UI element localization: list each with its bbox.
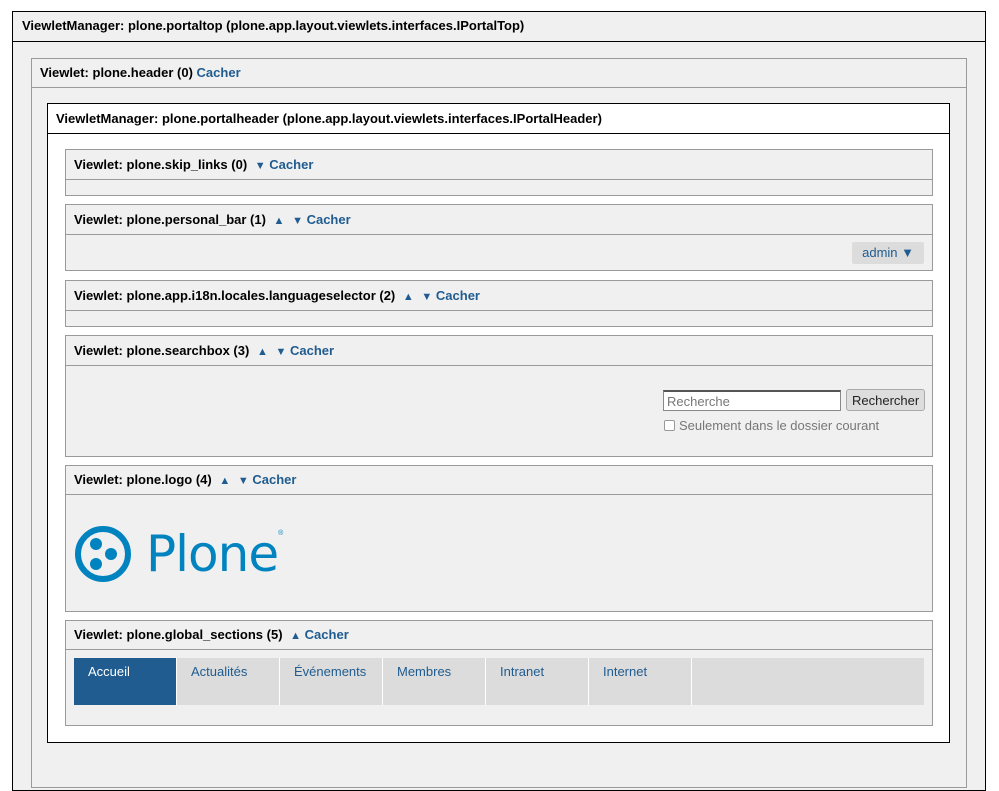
portalheader-manager-title: ViewletManager: plone.portalheader (plon…: [56, 111, 602, 126]
move-down-icon[interactable]: ▼: [238, 475, 249, 487]
logo-hide-link[interactable]: Cacher: [252, 472, 296, 487]
personal-bar-hide-link[interactable]: Cacher: [307, 212, 351, 227]
searchbox-viewlet: Viewlet: plone.searchbox (3) ▲ ▼ Cacher …: [65, 335, 933, 457]
header-viewlet-hide-link[interactable]: Cacher: [197, 65, 241, 80]
global-sections-viewlet: Viewlet: plone.global_sections (5) ▲ Cac…: [65, 620, 933, 726]
registered-icon: ®: [278, 530, 284, 537]
current-folder-label: Seulement dans le dossier courant: [679, 418, 880, 433]
skip-links-viewlet-title: Viewlet: plone.skip_links (0): [74, 157, 248, 172]
move-up-icon[interactable]: ▲: [274, 215, 285, 227]
skip-links-viewlet-header: Viewlet: plone.skip_links (0) ▼ Cacher: [66, 150, 932, 180]
global-sections-viewlet-header: Viewlet: plone.global_sections (5) ▲ Cac…: [66, 621, 932, 650]
language-selector-viewlet: Viewlet: plone.app.i18n.locales.language…: [65, 280, 933, 327]
personal-bar-viewlet: Viewlet: plone.personal_bar (1) ▲ ▼ Cach…: [65, 204, 933, 271]
searchbox-hide-link[interactable]: Cacher: [290, 343, 334, 358]
user-menu-button[interactable]: admin ▼: [852, 242, 924, 264]
move-down-icon[interactable]: ▼: [275, 346, 286, 358]
nav-tab-membres[interactable]: Membres: [383, 658, 486, 705]
move-down-icon[interactable]: ▼: [421, 291, 432, 303]
search-input[interactable]: [663, 390, 841, 411]
nav-tab-evenements[interactable]: Événements: [280, 658, 383, 705]
search-button[interactable]: Rechercher: [846, 389, 926, 411]
move-up-icon[interactable]: ▲: [403, 291, 414, 303]
logo-viewlet-title: Viewlet: plone.logo (4): [74, 472, 212, 487]
nav-tab-accueil[interactable]: Accueil: [74, 658, 177, 705]
header-viewlet-title: Viewlet: plone.header (0): [40, 65, 193, 80]
global-sections-hide-link[interactable]: Cacher: [305, 627, 349, 642]
portaltop-manager-header: ViewletManager: plone.portaltop (plone.a…: [13, 12, 985, 42]
language-selector-viewlet-title: Viewlet: plone.app.i18n.locales.language…: [74, 288, 396, 303]
searchbox-viewlet-header: Viewlet: plone.searchbox (3) ▲ ▼ Cacher: [66, 336, 932, 366]
portaltop-manager-title: ViewletManager: plone.portaltop (plone.a…: [22, 18, 525, 33]
nav-tab-actualites[interactable]: Actualités: [177, 658, 280, 705]
current-folder-option: Seulement dans le dossier courant: [664, 418, 879, 433]
searchbox-viewlet-title: Viewlet: plone.searchbox (3): [74, 343, 250, 358]
language-selector-hide-link[interactable]: Cacher: [436, 288, 480, 303]
skip-links-hide-link[interactable]: Cacher: [269, 157, 313, 172]
move-down-icon[interactable]: ▼: [292, 215, 303, 227]
nav-filler: [692, 658, 924, 705]
logo-viewlet: Viewlet: plone.logo (4) ▲ ▼ Cacher Plone…: [65, 465, 933, 612]
move-up-icon[interactable]: ▲: [219, 475, 230, 487]
nav-tab-intranet[interactable]: Intranet: [486, 658, 589, 705]
move-up-icon[interactable]: ▲: [257, 346, 268, 358]
skip-links-viewlet: Viewlet: plone.skip_links (0) ▼ Cacher: [65, 149, 933, 196]
personal-bar-viewlet-title: Viewlet: plone.personal_bar (1): [74, 212, 266, 227]
move-down-icon[interactable]: ▼: [255, 160, 266, 172]
portalheader-manager-header: ViewletManager: plone.portalheader (plon…: [48, 104, 949, 134]
logo-viewlet-header: Viewlet: plone.logo (4) ▲ ▼ Cacher: [66, 466, 932, 495]
plone-logo-icon: [75, 526, 131, 582]
header-viewlet-header: Viewlet: plone.header (0) Cacher: [32, 59, 966, 88]
personal-bar-viewlet-header: Viewlet: plone.personal_bar (1) ▲ ▼ Cach…: [66, 205, 932, 235]
move-up-icon[interactable]: ▲: [290, 630, 301, 642]
nav-tab-internet[interactable]: Internet: [589, 658, 692, 705]
global-nav: Accueil Actualités Événements Membres In…: [74, 658, 924, 705]
plone-logo-text: Plone: [146, 525, 279, 583]
plone-logo[interactable]: Plone ®: [74, 524, 283, 584]
language-selector-viewlet-header: Viewlet: plone.app.i18n.locales.language…: [66, 281, 932, 311]
global-sections-viewlet-title: Viewlet: plone.global_sections (5): [74, 627, 283, 642]
current-folder-checkbox[interactable]: [664, 420, 675, 431]
